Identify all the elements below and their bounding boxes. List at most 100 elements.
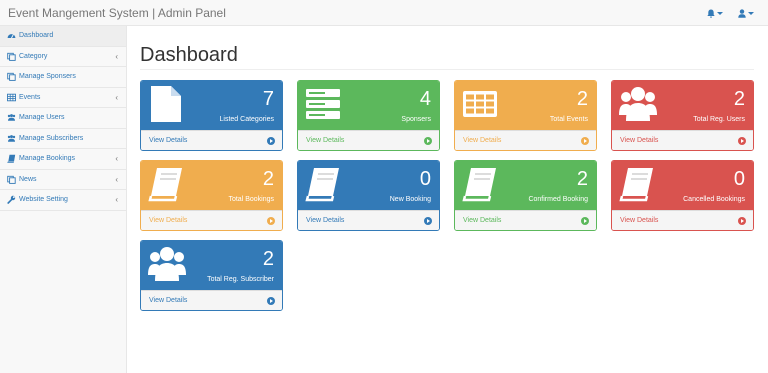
users-icon bbox=[7, 113, 16, 122]
view-details-label: View Details bbox=[463, 217, 502, 224]
chevron-left-icon: ‹ bbox=[115, 174, 118, 184]
arrow-circle-right-icon bbox=[267, 297, 275, 305]
sidebar-item-label: Manage Users bbox=[19, 114, 65, 122]
view-details-link[interactable]: View Details bbox=[298, 130, 439, 150]
book-icon bbox=[619, 165, 655, 203]
stat-card-header: 2 Total Reg. Users bbox=[612, 81, 753, 130]
brand-title[interactable]: Event Mangement System | Admin Panel bbox=[8, 6, 226, 20]
view-details-link[interactable]: View Details bbox=[141, 290, 282, 310]
sidebar-item-manage-users[interactable]: Manage Users bbox=[0, 108, 126, 129]
sidebar-item-manage-subscribers[interactable]: Manage Subscribers bbox=[0, 129, 126, 149]
table-icon bbox=[462, 85, 498, 123]
sidebar-item-label: News bbox=[19, 175, 37, 183]
sidebar-item-label: Manage Sponsers bbox=[19, 73, 76, 81]
book-icon bbox=[305, 165, 341, 203]
stat-card-new-booking: 0 New Booking View Details bbox=[297, 160, 440, 231]
sidebar-item-label: Manage Subscribers bbox=[19, 134, 84, 142]
stat-count: 2 bbox=[576, 88, 588, 110]
sidebar-item-events[interactable]: Events ‹ bbox=[0, 88, 126, 108]
sidebar-item-label: Events bbox=[19, 93, 41, 101]
sidebar-item-category[interactable]: Category ‹ bbox=[0, 47, 126, 67]
arrow-circle-right-icon bbox=[581, 217, 589, 225]
view-details-link[interactable]: View Details bbox=[298, 210, 439, 230]
view-details-label: View Details bbox=[620, 217, 659, 224]
view-details-link[interactable]: View Details bbox=[455, 210, 596, 230]
sidebar-item-dashboard[interactable]: Dashboard bbox=[0, 26, 126, 47]
folder-icon bbox=[7, 175, 16, 184]
stat-count: 2 bbox=[262, 248, 274, 270]
arrow-circle-right-icon bbox=[738, 137, 746, 145]
notifications-dropdown[interactable] bbox=[707, 6, 723, 20]
users-icon bbox=[619, 85, 657, 123]
view-details-link[interactable]: View Details bbox=[612, 210, 753, 230]
sidebar-item-label: Website Setting bbox=[19, 196, 68, 204]
view-details-link[interactable]: View Details bbox=[141, 210, 282, 230]
stat-count: 2 bbox=[576, 168, 588, 190]
sidebar: Dashboard Category ‹ Manage Sponsers Events ‹… bbox=[0, 26, 127, 373]
sidebar-item-label: Category bbox=[19, 52, 48, 60]
top-navbar: Event Mangement System | Admin Panel bbox=[0, 0, 768, 26]
arrow-circle-right-icon bbox=[424, 137, 432, 145]
sidebar-item-label: Dashboard bbox=[19, 32, 54, 40]
stat-count: 0 bbox=[733, 168, 745, 190]
stat-card-total-reg-subscriber: 2 Total Reg. Subscriber View Details bbox=[140, 240, 283, 311]
view-details-link[interactable]: View Details bbox=[455, 130, 596, 150]
stat-card-header: 2 Confirmed Booking bbox=[455, 161, 596, 210]
stat-card-header: 0 Cancelled Bookings bbox=[612, 161, 753, 210]
folder-icon bbox=[7, 52, 16, 61]
stat-label: Total Reg. Subscriber bbox=[207, 276, 274, 283]
sidebar-item-news[interactable]: News ‹ bbox=[0, 170, 126, 190]
stat-label: Total Bookings bbox=[228, 196, 274, 203]
chevron-left-icon: ‹ bbox=[115, 92, 118, 102]
view-details-link[interactable]: View Details bbox=[612, 130, 753, 150]
stat-card-cancelled-bookings: 0 Cancelled Bookings View Details bbox=[611, 160, 754, 231]
sidebar-item-manage-bookings[interactable]: Manage Bookings ‹ bbox=[0, 149, 126, 170]
stat-count: 2 bbox=[262, 168, 274, 190]
stat-card-listed-categories: 7 Listed Categories View Details bbox=[140, 80, 283, 151]
stat-card-header: 2 Total Reg. Subscriber bbox=[141, 241, 282, 290]
view-details-label: View Details bbox=[306, 217, 345, 224]
book-icon bbox=[148, 165, 184, 203]
stat-label: Sponsers bbox=[401, 116, 431, 123]
arrow-circle-right-icon bbox=[581, 137, 589, 145]
user-dropdown[interactable] bbox=[738, 6, 754, 20]
view-details-label: View Details bbox=[463, 137, 502, 144]
view-details-label: View Details bbox=[620, 137, 659, 144]
stat-label: Total Events bbox=[549, 116, 588, 123]
stat-count: 2 bbox=[733, 88, 745, 110]
chevron-left-icon: ‹ bbox=[115, 195, 118, 204]
stat-label: New Booking bbox=[389, 196, 431, 203]
view-details-label: View Details bbox=[149, 137, 188, 144]
sidebar-item-website-setting[interactable]: Website Setting ‹ bbox=[0, 190, 126, 211]
stat-card-header: 4 Sponsers bbox=[298, 81, 439, 130]
chevron-left-icon: ‹ bbox=[115, 154, 118, 163]
stat-count: 7 bbox=[262, 88, 274, 110]
stat-label: Total Reg. Users bbox=[693, 116, 745, 123]
dashboard-icon bbox=[7, 31, 16, 40]
page-title: Dashboard bbox=[140, 44, 238, 66]
users-icon bbox=[148, 245, 186, 283]
stat-card-header: 2 Total Events bbox=[455, 81, 596, 130]
stat-card-total-events: 2 Total Events View Details bbox=[454, 80, 597, 151]
sidebar-item-label: Manage Bookings bbox=[19, 155, 76, 163]
view-details-link[interactable]: View Details bbox=[141, 130, 282, 150]
chevron-down-icon bbox=[748, 11, 754, 15]
folder-icon bbox=[7, 72, 16, 82]
arrow-circle-right-icon bbox=[267, 137, 275, 145]
stat-card-sponsers: 4 Sponsers View Details bbox=[297, 80, 440, 151]
table-icon bbox=[7, 93, 16, 102]
book-icon bbox=[7, 154, 16, 163]
stat-card-header: 7 Listed Categories bbox=[141, 81, 282, 130]
arrow-circle-right-icon bbox=[738, 217, 746, 225]
chevron-down-icon bbox=[717, 11, 723, 15]
file-icon bbox=[148, 85, 184, 123]
arrow-circle-right-icon bbox=[267, 217, 275, 225]
sidebar-item-manage-sponsers[interactable]: Manage Sponsers bbox=[0, 67, 126, 88]
stat-card-header: 2 Total Bookings bbox=[141, 161, 282, 210]
title-divider bbox=[140, 69, 754, 70]
stat-label: Confirmed Booking bbox=[528, 196, 588, 203]
stat-card-confirmed-booking: 2 Confirmed Booking View Details bbox=[454, 160, 597, 231]
stat-card-total-bookings: 2 Total Bookings View Details bbox=[140, 160, 283, 231]
stat-card-total-reg-users: 2 Total Reg. Users View Details bbox=[611, 80, 754, 151]
user-icon bbox=[738, 8, 746, 18]
